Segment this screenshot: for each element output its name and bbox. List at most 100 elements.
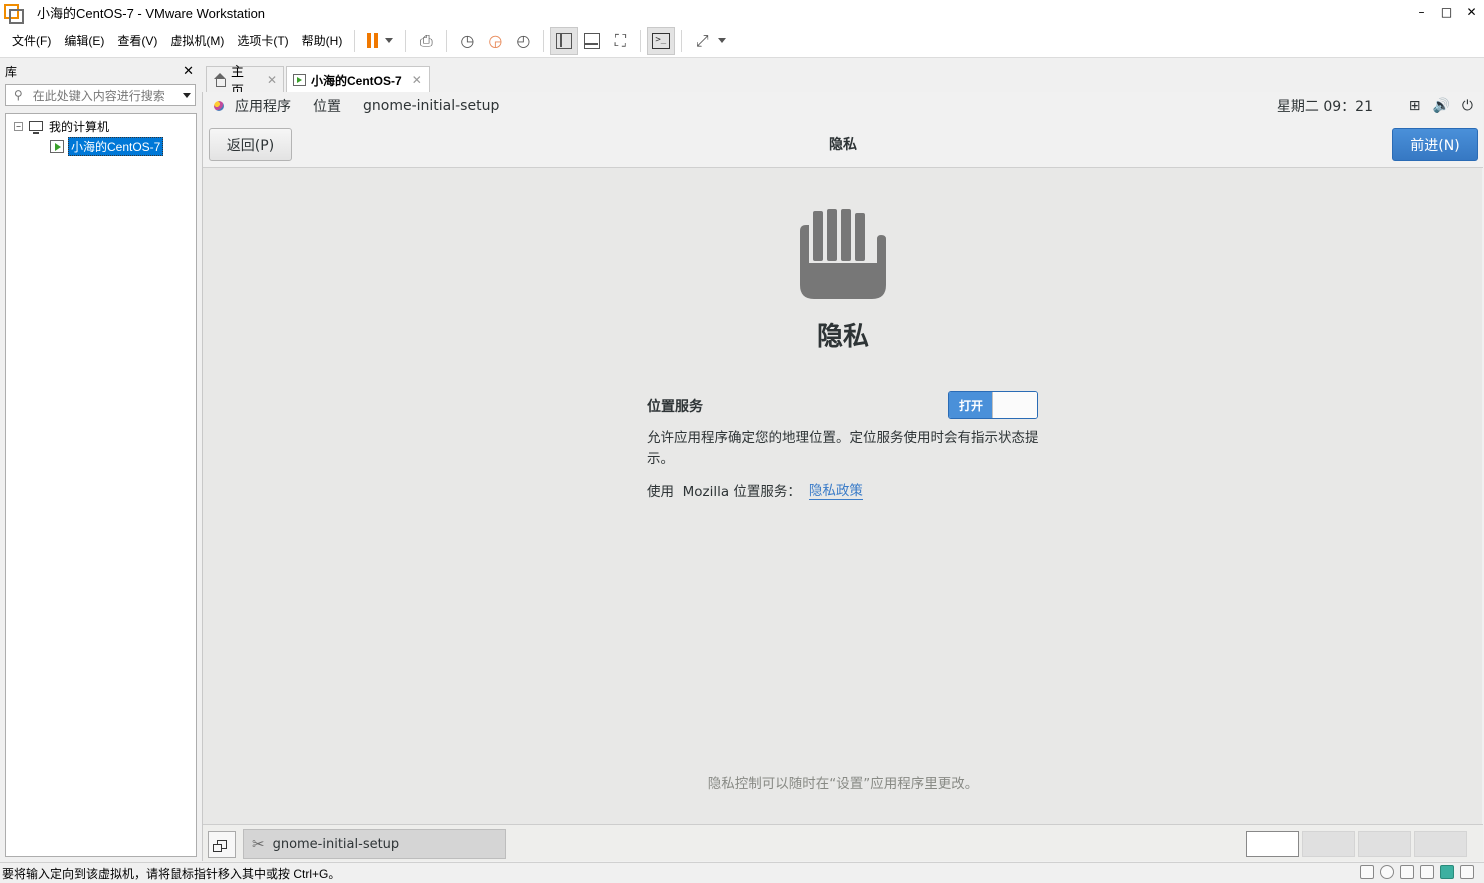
mozilla-line: 使用 Mozilla 位置服务： 隐私政策 bbox=[647, 479, 863, 500]
computer-icon bbox=[29, 121, 43, 134]
snapshot-manager-button[interactable]: ◴ bbox=[509, 27, 537, 55]
stretch-guest-button[interactable]: ⤢ bbox=[688, 27, 716, 55]
pause-button[interactable] bbox=[361, 27, 383, 55]
pause-dropdown-icon[interactable] bbox=[385, 38, 394, 43]
show-thumbnail-bar-button[interactable] bbox=[578, 27, 606, 55]
network-icon: ⊞ bbox=[1408, 98, 1421, 114]
tab-home[interactable]: 主页 ✕ bbox=[206, 64, 284, 98]
vm-console[interactable]: 应用程序 位置 gnome-initial-setup 星期二 09：21 ⊞ … bbox=[202, 92, 1483, 861]
taskbar-item-label: gnome-initial-setup bbox=[272, 836, 400, 852]
location-services-toggle[interactable]: 打开 bbox=[948, 391, 1038, 419]
library-search[interactable]: ⚲ 在此处键入内容进行搜索 bbox=[5, 84, 196, 106]
next-button[interactable]: 前进(N) bbox=[1392, 128, 1478, 161]
gnome-clock[interactable]: 星期二 09：21 bbox=[1277, 92, 1373, 120]
hard-disk-icon[interactable] bbox=[1360, 865, 1374, 879]
taskbar-item[interactable]: ✂ gnome-initial-setup bbox=[243, 829, 506, 859]
tab-vm[interactable]: 小海的CentOS-7 ✕ bbox=[286, 66, 430, 93]
library-panel: 库 ✕ ⚲ 在此处键入内容进行搜索 − 我的计算机 小海的CentOS-7 bbox=[0, 60, 200, 861]
close-window-button[interactable]: ✕ bbox=[1459, 0, 1484, 24]
tab-close-icon[interactable]: ✕ bbox=[412, 73, 422, 87]
menu-edit[interactable]: 编辑(E) bbox=[58, 32, 110, 49]
search-icon: ⚲ bbox=[14, 88, 23, 102]
console-view-button[interactable]: >_ bbox=[647, 26, 676, 55]
tools-icon: ✂ bbox=[252, 835, 265, 853]
tree-item-label: 小海的CentOS-7 bbox=[68, 136, 164, 156]
location-services-label: 位置服务 bbox=[647, 399, 703, 415]
search-dropdown-icon[interactable] bbox=[183, 92, 191, 98]
gnome-applications-icon bbox=[212, 99, 226, 113]
menu-file[interactable]: 文件(F) bbox=[6, 32, 57, 49]
library-tree: − 我的计算机 小海的CentOS-7 bbox=[5, 113, 197, 857]
message-log-icon[interactable] bbox=[1440, 865, 1454, 879]
menu-toolbar: 文件(F) 编辑(E) 查看(V) 虚拟机(M) 选项卡(T) 帮助(H) ⎙ … bbox=[0, 24, 1484, 58]
home-icon bbox=[213, 72, 227, 87]
minimize-button[interactable]: – bbox=[1409, 0, 1434, 24]
display-icon[interactable] bbox=[1420, 865, 1434, 879]
privacy-hand-icon bbox=[800, 209, 886, 299]
cd-dvd-icon[interactable] bbox=[1380, 865, 1394, 879]
tree-item-label: 我的计算机 bbox=[49, 119, 110, 134]
stretch-icon: ⤢ bbox=[695, 30, 709, 50]
workspace-2[interactable] bbox=[1302, 831, 1355, 857]
fullscreen-icon: ⛶ bbox=[614, 30, 626, 50]
collapse-icon[interactable]: − bbox=[14, 121, 23, 131]
tree-item-vm[interactable]: 小海的CentOS-7 bbox=[50, 136, 164, 156]
status-text: 要将输入定向到该虚拟机，请将鼠标指针移入其中或按 Ctrl+G。 bbox=[2, 866, 341, 881]
revert-snapshot-button[interactable]: ◶ bbox=[481, 27, 509, 55]
power-icon: ⏻ bbox=[1461, 98, 1473, 114]
toggle-knob bbox=[992, 392, 1037, 418]
gnome-taskbar: ✂ gnome-initial-setup bbox=[203, 824, 1483, 861]
tab-label: 小海的CentOS-7 bbox=[311, 73, 402, 88]
privacy-policy-link[interactable]: 隐私政策 bbox=[808, 479, 863, 500]
workspace-1[interactable] bbox=[1246, 831, 1299, 857]
maximize-button[interactable]: □ bbox=[1434, 0, 1459, 24]
status-bar: 要将输入定向到该虚拟机，请将鼠标指针移入其中或按 Ctrl+G。 bbox=[0, 862, 1484, 883]
stretch-dropdown-icon[interactable] bbox=[718, 38, 727, 43]
window-controls: – □ ✕ bbox=[1409, 0, 1484, 24]
full-screen-button[interactable]: ⛶ bbox=[606, 27, 634, 55]
vmware-logo-icon bbox=[4, 4, 24, 24]
menu-help[interactable]: 帮助(H) bbox=[296, 32, 349, 49]
workspace-3[interactable] bbox=[1358, 831, 1411, 857]
library-close-icon[interactable]: ✕ bbox=[183, 64, 194, 79]
windows-icon bbox=[213, 840, 227, 852]
menu-tabs[interactable]: 选项卡(T) bbox=[231, 32, 294, 49]
usb-icon[interactable] bbox=[1460, 865, 1474, 879]
gnome-top-bar: 应用程序 位置 gnome-initial-setup 星期二 09：21 ⊞ … bbox=[203, 92, 1483, 120]
menu-vm[interactable]: 虚拟机(M) bbox=[164, 32, 230, 49]
tree-item-my-computer[interactable]: − 我的计算机 bbox=[14, 117, 109, 135]
toolbar-separator bbox=[543, 29, 545, 52]
header-title: 隐私 bbox=[829, 137, 857, 153]
workspace-4[interactable] bbox=[1414, 831, 1467, 857]
gnome-menu-applications[interactable]: 应用程序 bbox=[235, 96, 291, 116]
show-library-button[interactable] bbox=[550, 26, 579, 55]
send-ctrl-alt-del-button[interactable]: ⎙ bbox=[412, 27, 440, 55]
mozilla-text: 使用 Mozilla 位置服务： bbox=[647, 483, 801, 500]
tab-strip: 主页 ✕ 小海的CentOS-7 ✕ bbox=[203, 62, 1484, 98]
toggle-on-label: 打开 bbox=[949, 392, 993, 418]
toolbar-separator bbox=[681, 29, 683, 52]
snapshot-button[interactable]: ◷ bbox=[453, 27, 481, 55]
keyboard-send-icon: ⎙ bbox=[419, 30, 433, 50]
footer-note: 隐私控制可以随时在“设置”应用程序里更改。 bbox=[707, 776, 979, 792]
show-desktop-button[interactable] bbox=[208, 831, 236, 858]
window-title: 小海的CentOS-7 - VMware Workstation bbox=[37, 5, 266, 21]
tab-close-icon[interactable]: ✕ bbox=[267, 73, 277, 87]
library-search-input[interactable]: 在此处键入内容进行搜索 bbox=[33, 87, 183, 104]
menu-view[interactable]: 查看(V) bbox=[111, 32, 163, 49]
system-tray[interactable]: ⊞ 🔊 ⏻ bbox=[1409, 92, 1473, 120]
vm-running-icon bbox=[50, 139, 64, 153]
page-title: 隐私 bbox=[816, 322, 869, 352]
setup-header-bar: 返回(P) 隐私 前进(N) bbox=[203, 120, 1483, 168]
gnome-menu-app[interactable]: gnome-initial-setup bbox=[363, 98, 499, 114]
toolbar-separator bbox=[405, 29, 407, 52]
revert-snapshot-icon: ◶ bbox=[488, 31, 503, 50]
gnome-menu-places[interactable]: 位置 bbox=[313, 96, 341, 116]
device-status-icons bbox=[1360, 865, 1474, 879]
library-title: 库 bbox=[5, 64, 18, 79]
title-bar: 小海的CentOS-7 - VMware Workstation – □ ✕ bbox=[0, 0, 1484, 24]
pause-icon bbox=[366, 33, 378, 48]
network-adapter-icon[interactable] bbox=[1400, 865, 1414, 879]
toolbar-separator bbox=[354, 29, 356, 52]
library-panel-icon bbox=[556, 32, 573, 49]
